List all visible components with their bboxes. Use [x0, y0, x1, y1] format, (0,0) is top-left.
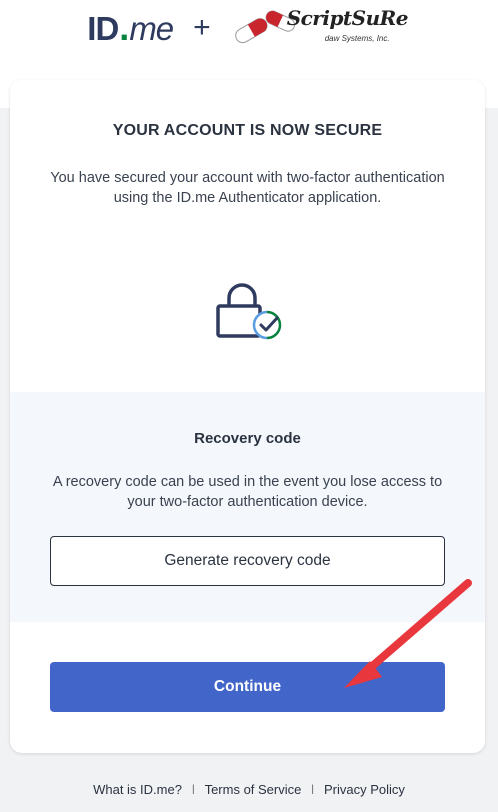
header: ID. me + ScriptSuRe daw Systems, Inc.: [0, 0, 498, 56]
recovery-code-title: Recovery code: [194, 430, 301, 447]
idme-logo-id: ID: [87, 10, 119, 47]
generate-recovery-code-button[interactable]: Generate recovery code: [50, 536, 445, 586]
partner-logo-name: ScriptSuRe: [286, 6, 409, 30]
partner-logo: ScriptSuRe daw Systems, Inc.: [231, 4, 411, 52]
idme-logo: ID. me: [87, 7, 174, 49]
recovery-code-section: Recovery code A recovery code can be use…: [10, 392, 485, 622]
page-title: YOUR ACCOUNT IS NOW SECURE: [112, 122, 383, 139]
idme-logo-dot: .: [119, 7, 129, 48]
footer-separator: |: [311, 784, 314, 795]
continue-button[interactable]: Continue: [50, 662, 445, 712]
footer-link-terms[interactable]: Terms of Service: [205, 782, 302, 797]
footer: What is ID.me? | Terms of Service | Priv…: [0, 782, 498, 797]
secure-description: You have secured your account with two-f…: [50, 170, 445, 206]
recovery-code-description: A recovery code can be used in the event…: [52, 474, 443, 510]
partner-logo-subtitle: daw Systems, Inc.: [324, 34, 390, 43]
footer-separator: |: [191, 784, 195, 795]
idme-logo-me: me: [129, 10, 174, 47]
lock-check-icon: [216, 283, 282, 340]
account-secure-card: YOUR ACCOUNT IS NOW SECURE You have secu…: [10, 80, 485, 753]
footer-link-privacy[interactable]: Privacy Policy: [324, 782, 405, 797]
plus-sign: +: [193, 11, 211, 44]
footer-link-what-is-idme[interactable]: What is ID.me?: [93, 782, 182, 797]
